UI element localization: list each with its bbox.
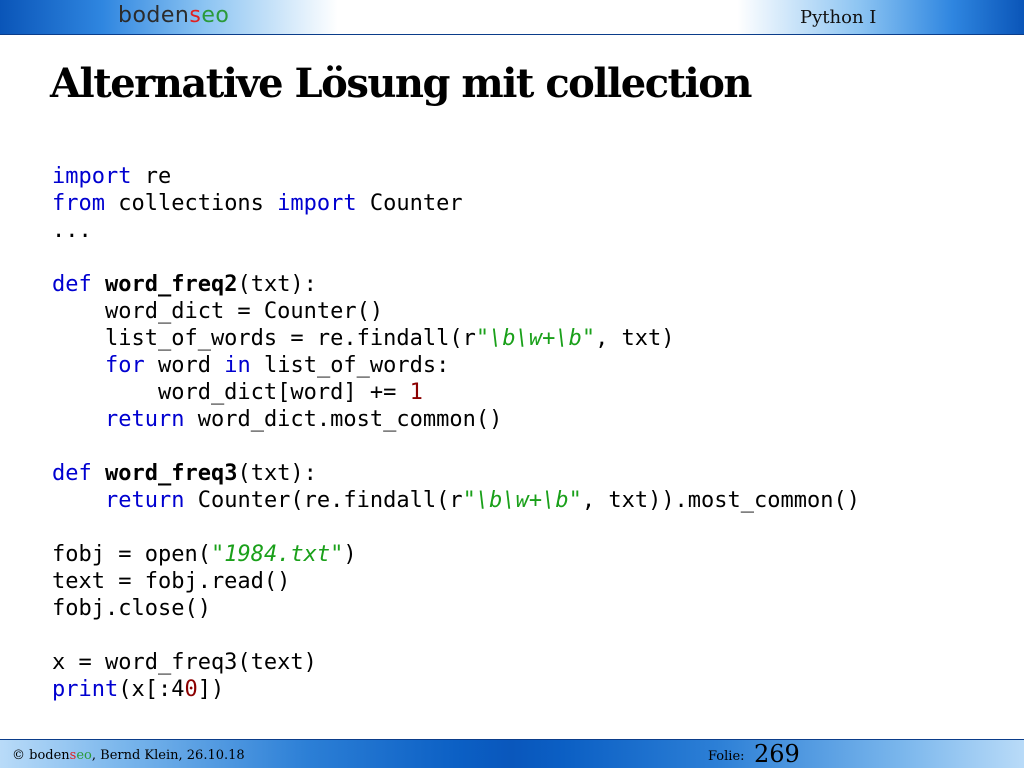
code-text: (txt): [237, 461, 317, 486]
string-quote: " [475, 326, 490, 351]
code-text: fobj = open( [52, 542, 211, 567]
code-line-16: text = fobj.read() [52, 569, 291, 594]
code-text: re [131, 164, 172, 189]
code-text: Counter [356, 191, 463, 216]
code-text: Counter(re.findall(r [184, 488, 463, 513]
keyword: import [277, 191, 357, 216]
code-line-2: from collections import Counter [52, 191, 463, 216]
course-title: Python I [800, 7, 877, 28]
code-text: , txt) [595, 326, 675, 351]
code-text: word_dict[word] += [52, 380, 410, 405]
keyword: return [104, 407, 185, 432]
logo-part-s: s [189, 3, 202, 28]
logo-part-eo: eo [201, 3, 230, 28]
string-quote: " [462, 488, 476, 513]
copyright-author-date: , Bernd Klein, 26.10.18 [91, 748, 245, 763]
code-line-5: def word_freq2(txt): [52, 272, 317, 297]
code-line-7: list_of_words = re.findall(r"\b\w+\b", t… [52, 326, 675, 351]
copyright-logo-eo: eo [76, 748, 92, 763]
code-text: word [144, 353, 225, 378]
code-text: collections [104, 191, 278, 216]
copyright-text: © boden [12, 748, 70, 763]
string-literal: \b\w+\b [489, 326, 582, 351]
keyword: from [52, 191, 105, 216]
keyword: return [104, 488, 185, 513]
keyword: def [52, 272, 92, 297]
header-bar: bodenseo Python I [0, 0, 1024, 35]
code-line-17: fobj.close() [52, 596, 211, 621]
bodenseo-logo: bodenseo [118, 3, 229, 28]
string-quote: " [330, 542, 344, 567]
code-line-12: def word_freq3(txt): [52, 461, 317, 486]
code-line-13: return Counter(re.findall(r"\b\w+\b", tx… [52, 488, 860, 513]
code-line-15: fobj = open("1984.txt") [52, 542, 357, 567]
code-line-6: word_dict = Counter() [52, 299, 384, 324]
string-quote: " [581, 326, 596, 351]
code-text: ) [343, 542, 357, 567]
code-line-3: ... [52, 218, 92, 243]
code-text: ]) [197, 677, 225, 702]
keyword: def [52, 461, 92, 486]
keyword: import [52, 164, 132, 189]
code-line-19: x = word_freq3(text) [52, 650, 317, 675]
function-name: word_freq3 [105, 461, 238, 486]
keyword: for [104, 353, 145, 378]
code-line-9: word_dict[word] += 1 [52, 380, 423, 405]
code-text: list_of_words = re.findall(r [52, 326, 476, 351]
code-text: , txt)).most_common() [581, 488, 860, 513]
string-quote: " [210, 542, 225, 567]
number-literal: 0 [184, 677, 198, 702]
logo-part-boden: boden [118, 3, 190, 28]
string-literal: 1984.txt [224, 542, 331, 567]
keyword: print [52, 677, 119, 702]
code-line-8: for word in list_of_words: [52, 353, 449, 378]
number-literal: 1 [409, 380, 423, 405]
code-text: (x[:4 [118, 677, 185, 702]
function-name: word_freq2 [105, 272, 238, 297]
code-line-1: import re [52, 164, 171, 189]
string-literal: \b\w+\b [475, 488, 569, 513]
code-line-10: return word_dict.most_common() [52, 407, 502, 432]
code-text: (txt): [237, 272, 317, 297]
slide-number: 269 [754, 740, 800, 768]
code-text: list_of_words: [250, 353, 450, 378]
code-text: word_dict.most_common() [184, 407, 503, 432]
code-line-20: print(x[:40]) [52, 677, 224, 702]
string-quote: " [568, 488, 582, 513]
footer-bar: © bodenseo, Bernd Klein, 26.10.18 Folie:… [0, 739, 1024, 768]
keyword: in [224, 353, 251, 378]
code-block: import re from collections import Counte… [52, 163, 860, 703]
slide-title: Alternative Lösung mit collection [50, 60, 753, 107]
slide-number-label: Folie: [708, 749, 745, 764]
copyright-notice: © bodenseo, Bernd Klein, 26.10.18 [12, 748, 245, 763]
